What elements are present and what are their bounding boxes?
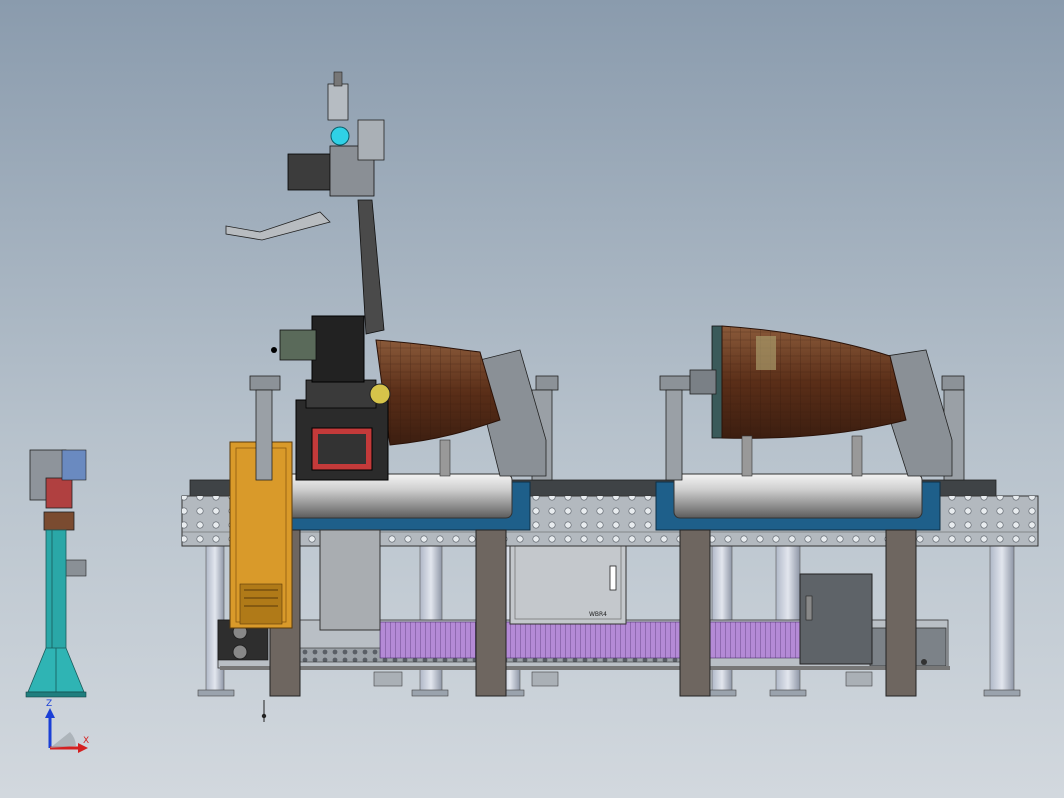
probe-marker: [261, 700, 267, 722]
robot-base-column: [319, 529, 381, 631]
welding-robot: [225, 71, 391, 481]
triad-z-label: Z: [46, 699, 53, 709]
cad-viewport[interactable]: WBR4 Z X: [0, 0, 1064, 798]
coordinate-triad: [45, 708, 88, 753]
triad-x-label: X: [83, 736, 90, 746]
teal-stand: [25, 449, 87, 698]
cabinet-label: WBR4: [589, 611, 607, 618]
control-cabinet: [509, 537, 627, 625]
welding-station-drawing: WBR4: [25, 71, 1039, 753]
roller-carriage-right: [655, 473, 941, 531]
electrical-box: [799, 573, 873, 665]
exhaust-duct-left: [375, 339, 501, 477]
exhaust-duct-right: [721, 325, 907, 477]
